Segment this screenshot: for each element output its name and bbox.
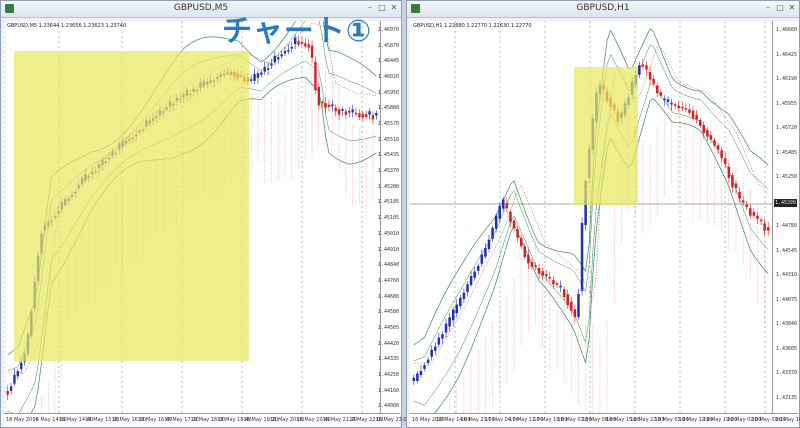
time-axis[interactable]: 16 May 2016 16 May 14:00 16 May 21:00 17 Ma…	[410, 413, 800, 427]
time-tick-label: 18 May 23:00	[375, 417, 410, 423]
minimize-icon[interactable]: –	[763, 3, 773, 13]
time-tick-label: 20 May 16:00	[775, 417, 800, 423]
window-titlebar[interactable]: GBPUSD,H1 – □ ✕	[407, 1, 799, 18]
price-tick-label: 1.44680	[377, 293, 399, 300]
price-tick-label: 1.44910	[377, 246, 399, 253]
price-tick-label: 1.45370	[377, 168, 399, 175]
price-tick-label: 1.45880	[377, 105, 399, 112]
price-tick-label: 1.45105	[377, 215, 399, 222]
price-tick-label: 1.44545	[775, 247, 797, 254]
price-tick-label: 1.43370	[775, 370, 797, 376]
price-tick-label: 1.44160	[377, 387, 399, 394]
price-tick-label: 1.44075	[775, 296, 797, 303]
price-tick-label: 1.44505	[377, 324, 399, 331]
time-axis[interactable]: 18 May 2016 18 May 14:00 18 May 14:40 18 Ma…	[4, 413, 410, 427]
price-tick-label: 1.45485	[775, 149, 797, 156]
price-axis[interactable]: 1.45390 1.46660 1.46425 1.46190 1.45955 1.45…	[772, 21, 799, 413]
chart-caption: チャート①	[222, 14, 373, 49]
price-tick-label: 1.44580	[377, 309, 399, 316]
maximize-icon[interactable]: □	[775, 3, 785, 13]
price-chart-area[interactable]: GBPUSD,H1 1.22680 1.22770 1.22630 1.2277…	[410, 21, 772, 413]
close-icon[interactable]: ✕	[389, 3, 399, 13]
price-tick-label: 1.44250	[377, 371, 399, 378]
price-tick-label: 1.44335	[377, 356, 399, 363]
close-icon[interactable]: ✕	[787, 3, 797, 13]
price-tick-label: 1.43135	[775, 394, 797, 401]
price-tick-label: 1.45720	[775, 125, 797, 131]
price-tick-label: 1.44080	[377, 403, 399, 410]
symbol-info-line: GBPUSD,H1 1.22680 1.22770 1.22630 1.2277…	[413, 23, 532, 29]
price-tick-label: 1.45250	[775, 174, 797, 180]
price-tick-label: 1.45435	[377, 152, 399, 159]
price-tick-label: 1.45280	[377, 183, 399, 190]
price-tick-label: 1.46660	[775, 27, 797, 33]
price-tick-label: 1.46190	[775, 76, 797, 82]
chart-window-h1[interactable]: GBPUSD,H1 – □ ✕ GBPUSD,H1 1.22680 1.2277…	[406, 0, 800, 428]
highlight-box	[574, 67, 638, 205]
price-tick-label: 1.46070	[377, 27, 399, 33]
price-tick-label: 1.45955	[775, 100, 797, 107]
window-title: GBPUSD,H1	[576, 3, 630, 13]
price-tick-label: 1.46445	[377, 58, 399, 65]
highlight-box	[14, 51, 249, 361]
price-tick-label: 1.44310	[775, 272, 797, 278]
price-tick-label: 1.45950	[377, 89, 399, 96]
price-tick-label: 1.44420	[377, 340, 399, 347]
price-tick-label: 1.46020	[377, 74, 399, 81]
price-axis[interactable]: 1.46070 1.45870 1.46445 1.46020 1.45950 1.458…	[377, 21, 401, 413]
price-tick-label: 1.45570	[377, 121, 399, 128]
price-tick-label: 1.44780	[775, 223, 797, 229]
price-tick-label: 1.43840	[775, 321, 797, 327]
price-tick-label: 1.45870	[377, 42, 399, 49]
price-tick-label: 1.46425	[775, 51, 797, 58]
symbol-info-line: GBPUSD,M5 1.23644 1.23656 1.23623 1.2374…	[7, 23, 127, 29]
price-chart-area[interactable]: GBPUSD,M5 1.23644 1.23656 1.23623 1.2374…	[4, 21, 380, 413]
price-tick-label: 1.43605	[775, 345, 797, 352]
price-tick-label: 1.45010	[377, 230, 399, 237]
price-tick-label: 1.44760	[377, 277, 399, 284]
price-tick-label: 1.44840	[377, 262, 399, 269]
price-tick-label: 1.45015	[775, 198, 797, 205]
price-tick-label: 1.45185	[377, 199, 399, 206]
maximize-icon[interactable]: □	[377, 3, 387, 13]
chart-window-m5[interactable]: GBPUSD,M5 – □ ✕ GBPUSD,M5 1.23644 1.2365…	[0, 0, 410, 428]
price-tick-label: 1.45510	[377, 136, 399, 143]
